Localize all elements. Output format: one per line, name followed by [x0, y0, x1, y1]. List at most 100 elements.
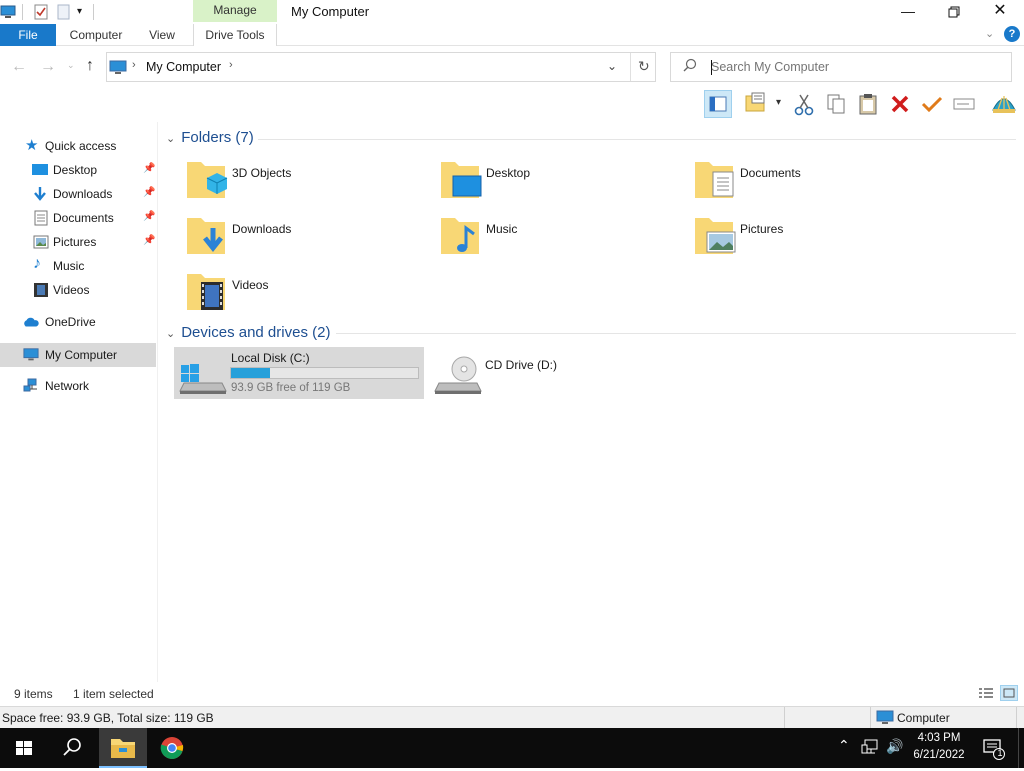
layout-dropdown-chevron-icon[interactable]: ▾	[776, 97, 781, 108]
navigation-pane-icon	[709, 96, 727, 112]
shell-button[interactable]	[990, 90, 1018, 118]
search-input[interactable]	[711, 58, 1001, 76]
folder-desktop[interactable]: Desktop	[429, 156, 669, 208]
network-tray-icon[interactable]	[861, 739, 879, 758]
rename-icon	[953, 98, 975, 110]
nav-music[interactable]: ♪ Music	[0, 254, 156, 278]
manage-context-tab-header[interactable]: Manage	[193, 0, 277, 22]
folders-group-header[interactable]: ⌄ Folders (7)	[166, 129, 254, 146]
show-desktop-button[interactable]	[1018, 728, 1019, 768]
copy-icon	[827, 94, 845, 114]
pin-icon[interactable]: 📌	[143, 163, 155, 174]
film-icon	[34, 283, 48, 297]
navigation-pane-button[interactable]	[704, 90, 732, 118]
chrome-taskbar-button[interactable]	[148, 728, 196, 768]
cut-button[interactable]	[790, 90, 818, 118]
search-icon	[683, 58, 697, 75]
paste-button[interactable]	[854, 90, 882, 118]
collapse-chevron-icon[interactable]: ⌄	[166, 132, 175, 145]
delete-x-icon	[891, 95, 909, 113]
clock-date[interactable]: 6/21/2022	[910, 749, 968, 761]
pin-icon[interactable]: 📌	[143, 211, 155, 222]
help-icon[interactable]: ?	[1004, 26, 1020, 42]
selection-count: 1 item selected	[73, 687, 154, 701]
volume-icon[interactable]: 🔊	[886, 738, 903, 755]
shell-icon	[992, 96, 1016, 113]
nav-quick-access[interactable]: ★ Quick access	[0, 134, 156, 158]
taskbar: ⌃ 🔊 4:03 PM 6/21/2022 1	[0, 728, 1024, 768]
expand-ribbon-chevron-icon[interactable]: ⌄	[985, 27, 994, 40]
folder-3d-objects[interactable]: 3D Objects	[175, 156, 415, 208]
breadcrumb-chevron-icon[interactable]: ›	[229, 59, 233, 71]
folder-music[interactable]: Music	[429, 212, 669, 264]
address-history-dropdown-icon[interactable]: ⌄	[607, 59, 617, 73]
folder-label: Documents	[740, 166, 801, 180]
start-button[interactable]	[0, 728, 48, 768]
close-button[interactable]: ✕	[977, 0, 1023, 24]
breadcrumb-my-computer[interactable]: My Computer	[146, 60, 221, 74]
computer-icon	[876, 710, 894, 728]
music-note-icon: ♪	[33, 255, 41, 272]
drives-header-label: Devices and drives (2)	[181, 324, 331, 341]
cloud-icon	[24, 317, 39, 327]
collapse-chevron-icon[interactable]: ⌄	[166, 327, 175, 340]
computer-icon[interactable]	[0, 4, 16, 19]
nav-network[interactable]: Network	[0, 374, 156, 398]
details-view-icon[interactable]	[978, 686, 994, 703]
large-icons-view-icon[interactable]	[1000, 685, 1018, 701]
pin-icon[interactable]: 📌	[143, 235, 155, 246]
nav-label: Downloads	[53, 187, 113, 201]
address-bar[interactable]: › My Computer › ⌄ ↻	[106, 52, 656, 82]
nav-pictures[interactable]: Pictures 📌	[0, 230, 156, 254]
tab-computer[interactable]: Computer	[62, 24, 130, 46]
restore-button[interactable]	[931, 0, 977, 24]
nav-videos[interactable]: Videos	[0, 278, 156, 302]
back-arrow-icon[interactable]: ←	[11, 58, 27, 76]
drive-cd-d[interactable]: CD Drive (D:)	[429, 347, 669, 399]
copy-button[interactable]	[822, 90, 850, 118]
folder-downloads[interactable]: Downloads	[175, 212, 415, 264]
tab-file[interactable]: File	[0, 24, 56, 46]
folder-pictures[interactable]: Pictures	[683, 212, 923, 264]
search-taskbar-button[interactable]	[48, 728, 96, 768]
drive-usage-bar	[230, 367, 419, 379]
pin-icon[interactable]: 📌	[143, 187, 155, 198]
customize-toolbar-chevron-icon[interactable]: ▾	[77, 6, 82, 17]
tab-view[interactable]: View	[140, 24, 184, 46]
file-explorer-taskbar-button[interactable]	[99, 728, 147, 768]
minimize-button[interactable]: —	[885, 0, 931, 24]
windows-logo-icon	[16, 741, 32, 755]
breadcrumb-chevron-icon[interactable]: ›	[132, 59, 136, 71]
status-bar: 9 items 1 item selected	[0, 684, 1024, 706]
rename-button[interactable]	[950, 90, 978, 118]
clock-time[interactable]: 4:03 PM	[913, 732, 965, 744]
refresh-icon[interactable]: ↻	[638, 58, 650, 75]
search-box[interactable]	[670, 52, 1012, 82]
forward-arrow-icon[interactable]: →	[40, 58, 56, 76]
tab-drive-tools[interactable]: Drive Tools	[193, 24, 277, 46]
folder-documents[interactable]: Documents	[683, 156, 923, 208]
nav-downloads[interactable]: Downloads 📌	[0, 182, 156, 206]
nav-label: Documents	[53, 211, 114, 225]
notification-count-badge: 1	[997, 748, 1003, 758]
up-arrow-icon[interactable]: ↑	[86, 57, 94, 75]
desktop-folder-icon	[441, 162, 482, 198]
layout-button[interactable]	[742, 90, 770, 118]
show-hidden-icons-chevron-icon[interactable]: ⌃	[838, 737, 850, 754]
drives-group-header[interactable]: ⌄ Devices and drives (2)	[166, 324, 330, 341]
new-folder-icon[interactable]	[57, 4, 71, 20]
properties-button[interactable]	[918, 90, 946, 118]
nav-onedrive[interactable]: OneDrive	[0, 310, 156, 334]
details-bar: Space free: 93.9 GB, Total size: 119 GB …	[0, 706, 1024, 728]
delete-button[interactable]	[886, 90, 914, 118]
drive-local-disk-c[interactable]: Local Disk (C:) 93.9 GB free of 119 GB	[174, 347, 424, 399]
nav-documents[interactable]: Documents 📌	[0, 206, 156, 230]
recent-locations-chevron-icon[interactable]: ⌄	[67, 60, 75, 71]
properties-icon[interactable]	[34, 4, 48, 20]
folder-videos[interactable]: Videos	[175, 268, 415, 320]
separator	[784, 707, 785, 728]
nav-my-computer[interactable]: My Computer	[0, 343, 156, 367]
nav-desktop[interactable]: Desktop 📌	[0, 158, 156, 182]
title-bar: ▾ Manage My Computer — ✕	[0, 0, 1024, 24]
3d-objects-folder-icon	[187, 162, 228, 198]
